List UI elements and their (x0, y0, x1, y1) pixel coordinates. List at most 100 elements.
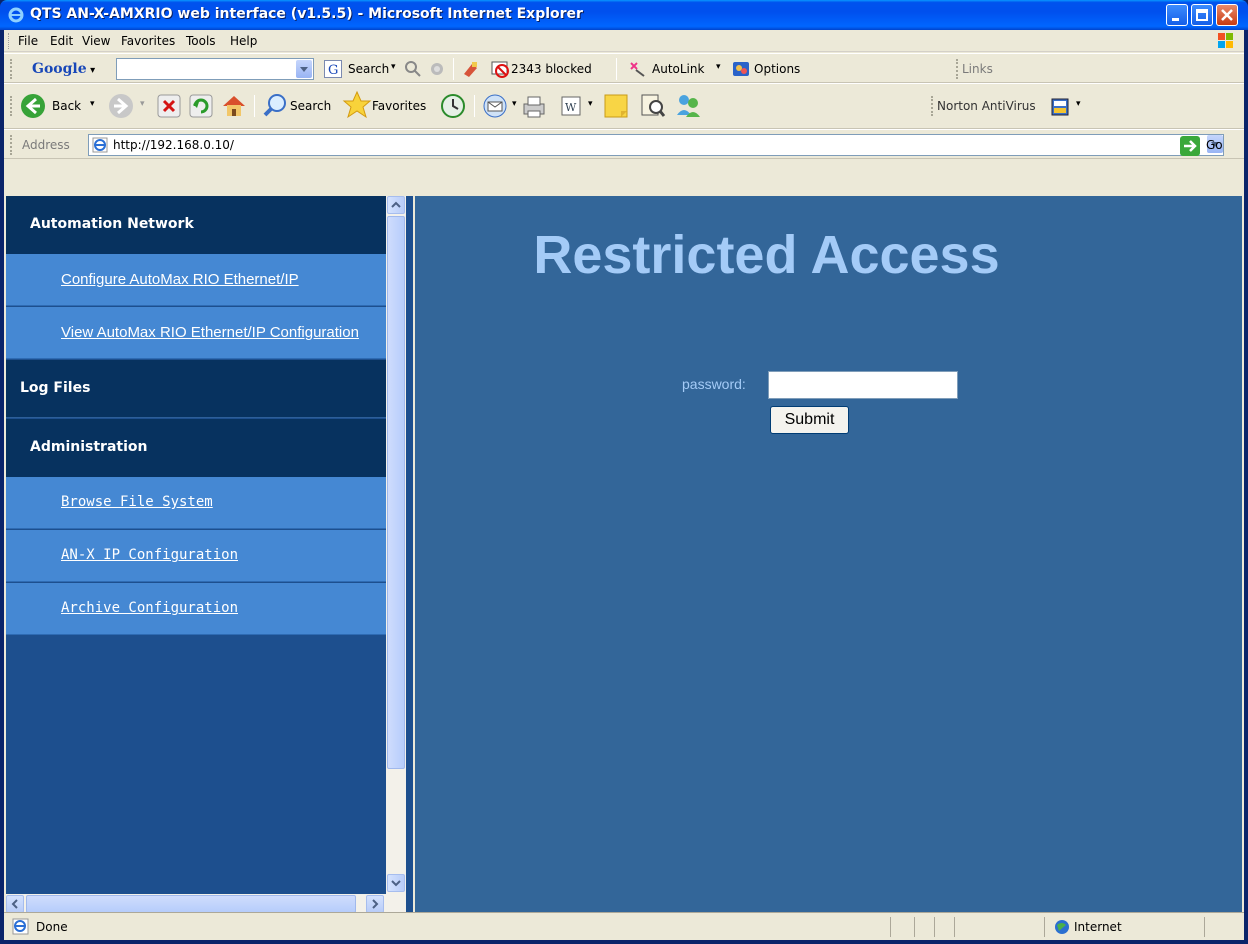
messenger-icon[interactable] (674, 91, 702, 119)
password-input[interactable] (768, 371, 958, 399)
back-arrow-icon[interactable] (20, 93, 46, 119)
submit-button[interactable]: Submit (770, 406, 849, 434)
edit-dropdown-arrow[interactable]: ▾ (588, 99, 593, 109)
scroll-thumb[interactable] (387, 216, 405, 769)
scroll-left-button[interactable] (6, 895, 24, 913)
google-search-button[interactable]: Search (348, 62, 389, 76)
go-button[interactable]: Go (1206, 138, 1223, 152)
nav-section-title: Automation Network (30, 216, 194, 232)
address-input[interactable]: http://192.168.0.10/ (88, 134, 1224, 156)
browser-client: File Edit View Favorites Tools Help Goog… (4, 30, 1244, 940)
news-search-icon[interactable] (404, 60, 422, 78)
title-bar[interactable]: QTS AN-X-AMXRIO web interface (v1.5.5) -… (0, 0, 1248, 30)
norton-grip[interactable] (931, 96, 933, 116)
stop-icon[interactable] (157, 94, 181, 118)
scroll-down-button[interactable] (387, 874, 405, 892)
nav-item-browse-file-system[interactable]: Browse File System (6, 477, 386, 529)
google-search-input[interactable] (116, 58, 314, 80)
menu-favorites[interactable]: Favorites (121, 34, 175, 48)
address-grip[interactable] (10, 135, 12, 155)
nav-link[interactable]: View AutoMax RIO Ethernet/IP Configurati… (61, 324, 359, 341)
favorites-star-icon[interactable] (342, 90, 372, 120)
menu-bar: File Edit View Favorites Tools Help (4, 30, 1244, 52)
norton-antivirus-button[interactable]: Norton AntiVirus (937, 99, 1036, 113)
nav-section-administration[interactable]: Administration (6, 419, 386, 477)
back-dropdown-arrow[interactable]: ▾ (90, 99, 95, 109)
nav-section-log-files[interactable]: Log Files (6, 360, 386, 418)
nav-link[interactable]: Configure AutoMax RIO Ethernet/IP (61, 271, 299, 288)
options-button[interactable]: Options (754, 62, 800, 76)
home-icon[interactable] (220, 92, 248, 120)
norton-icon[interactable] (1050, 97, 1070, 117)
history-icon[interactable] (440, 93, 466, 119)
forward-arrow-icon[interactable] (108, 93, 134, 119)
popup-blocker-icon[interactable] (490, 59, 510, 79)
search-dropdown-arrow[interactable]: ▾ (391, 62, 396, 72)
google-g-icon: G (324, 60, 342, 78)
menu-edit[interactable]: Edit (50, 34, 73, 48)
close-button[interactable] (1216, 4, 1238, 26)
options-icon[interactable] (732, 60, 750, 78)
mail-icon[interactable] (482, 93, 512, 119)
nav-section-automation-network[interactable]: Automation Network (6, 196, 386, 254)
security-zone: Internet (1074, 920, 1122, 934)
print-icon[interactable] (520, 93, 548, 119)
menu-view[interactable]: View (82, 34, 110, 48)
highlight-icon[interactable] (462, 60, 480, 78)
menu-help[interactable]: Help (230, 34, 257, 48)
nav-vertical-scrollbar[interactable] (386, 196, 406, 894)
toolbar-grip[interactable] (10, 59, 12, 79)
nav-link[interactable]: Archive Configuration (61, 600, 238, 616)
go-arrow-icon[interactable] (1180, 136, 1200, 156)
page-content: Automation Network Configure AutoMax RIO… (4, 160, 1244, 914)
autolink-icon[interactable] (628, 60, 646, 78)
maximize-button[interactable] (1191, 4, 1213, 26)
forward-dropdown-arrow[interactable]: ▾ (140, 99, 145, 109)
minimize-button[interactable] (1166, 4, 1188, 26)
links-button[interactable]: Links (962, 62, 993, 76)
page-title: Restricted Access (533, 225, 1000, 285)
status-text: Done (36, 920, 68, 934)
blocked-count[interactable]: 2343 blocked (511, 62, 592, 76)
google-logo[interactable]: Google ▾ (32, 61, 95, 77)
search-button[interactable]: Search (290, 99, 331, 113)
address-url: http://192.168.0.10/ (113, 138, 234, 152)
google-search-dropdown[interactable] (296, 60, 312, 78)
toolbar-grip[interactable] (10, 96, 12, 116)
nav-item-configure-automax[interactable]: Configure AutoMax RIO Ethernet/IP (6, 254, 386, 306)
status-pane (1204, 917, 1205, 937)
back-button[interactable]: Back (52, 99, 81, 113)
scroll-thumb[interactable] (26, 895, 356, 913)
search-icon[interactable] (262, 92, 288, 118)
mail-dropdown-arrow[interactable]: ▾ (512, 99, 517, 109)
main-frame: Restricted Access password: Submit (415, 196, 1242, 914)
chevron-right-icon (372, 899, 379, 909)
favorites-button[interactable]: Favorites (372, 99, 426, 113)
menu-tools[interactable]: Tools (186, 34, 216, 48)
nav-item-anx-ip-configuration[interactable]: AN-X IP Configuration (6, 530, 386, 582)
scroll-right-button[interactable] (366, 895, 384, 913)
menu-file[interactable]: File (18, 34, 38, 48)
autolink-dropdown-arrow[interactable]: ▾ (716, 62, 721, 72)
separator (453, 58, 454, 80)
menu-grip[interactable] (8, 33, 11, 49)
nav-item-view-automax[interactable]: View AutoMax RIO Ethernet/IP Configurati… (6, 307, 386, 359)
nav-link[interactable]: Browse File System (61, 494, 213, 510)
nav-item-archive-configuration[interactable]: Archive Configuration (6, 583, 386, 635)
edit-word-icon[interactable]: W (560, 95, 582, 117)
nav-horizontal-scrollbar[interactable] (6, 894, 406, 914)
research-icon[interactable] (638, 91, 666, 119)
password-label: password: (682, 376, 746, 392)
status-bar: Done Internet (4, 912, 1244, 940)
internet-globe-icon (1055, 920, 1069, 934)
nav-link[interactable]: AN-X IP Configuration (61, 547, 238, 563)
links-grip[interactable] (956, 59, 958, 79)
discuss-note-icon[interactable] (602, 92, 630, 120)
autolink-button[interactable]: AutoLink (652, 62, 704, 76)
refresh-icon[interactable] (189, 94, 213, 118)
maximize-icon (1196, 9, 1208, 21)
norton-dropdown-arrow[interactable]: ▾ (1076, 99, 1081, 109)
scroll-up-button[interactable] (387, 196, 405, 214)
pagerank-icon[interactable] (428, 60, 446, 78)
google-toolbar: Google ▾ G Search ▾ 2343 blocked AutoLin… (4, 53, 1244, 83)
